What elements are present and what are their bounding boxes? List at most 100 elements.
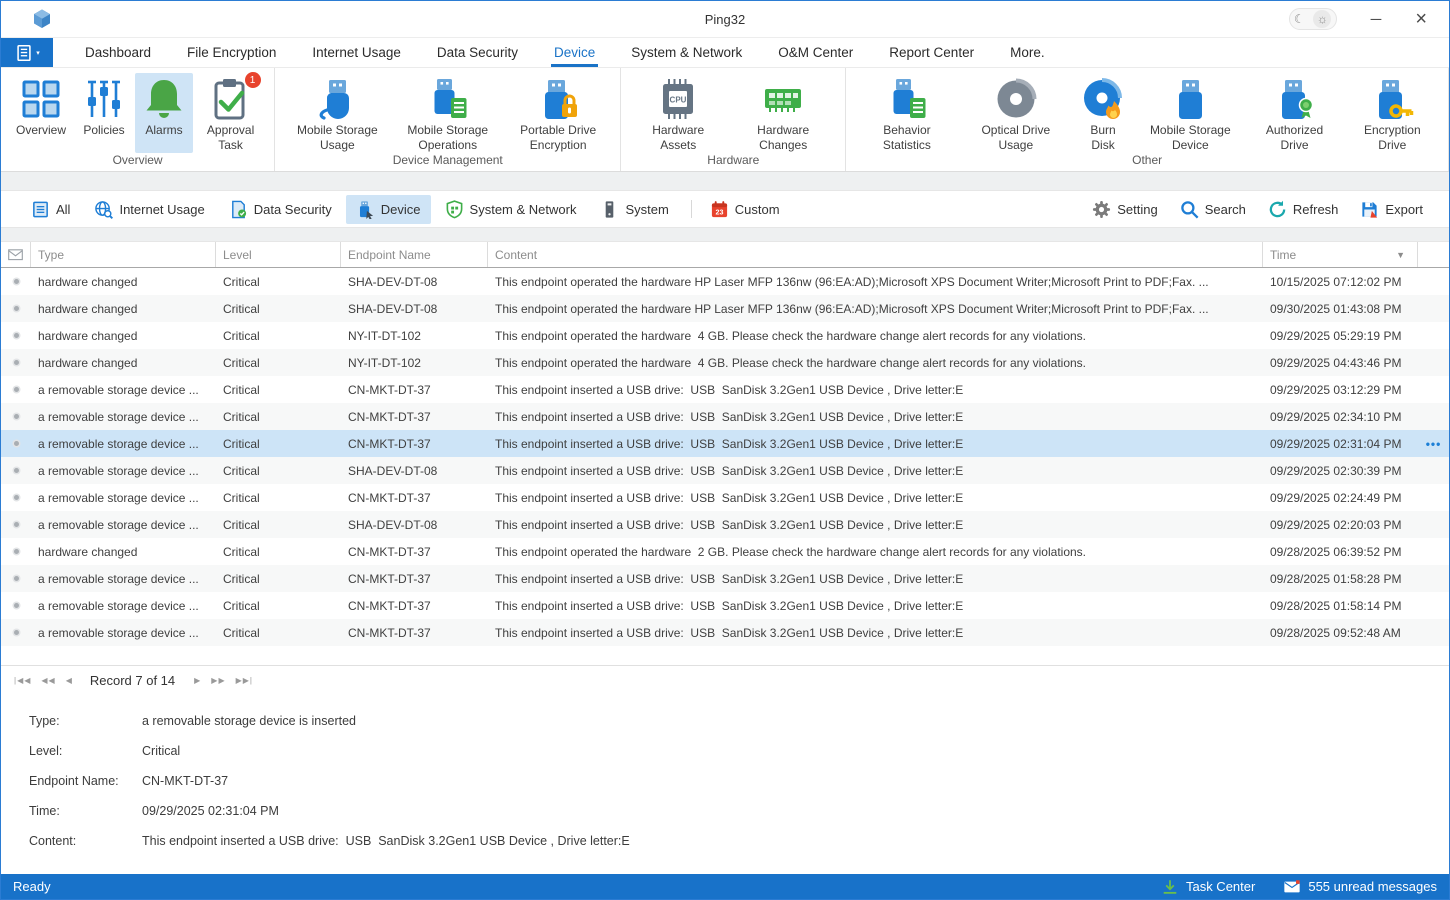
ribbon-button-mobile-storage-operations[interactable]: Mobile Storage Operations — [394, 73, 502, 153]
table-row[interactable]: a removable storage device ...CriticalSH… — [1, 457, 1449, 484]
column-header-content[interactable]: Content — [488, 242, 1263, 267]
cell-endpoint-name: CN-MKT-DT-37 — [341, 619, 488, 646]
action-export-button[interactable]: Export — [1350, 195, 1433, 224]
menu-items: DashboardFile EncryptionInternet UsageDa… — [67, 38, 1063, 67]
ribbon-button-approval-task[interactable]: 1Approval Task — [195, 73, 266, 153]
app-menu-button[interactable]: ▾ — [1, 38, 53, 67]
action-setting-button[interactable]: Setting — [1082, 195, 1167, 224]
cell-time: 09/29/2025 02:20:03 PM — [1263, 511, 1418, 538]
task-center-button[interactable]: Task Center — [1161, 878, 1255, 896]
ribbon-button-behavior-statistics[interactable]: Behavior Statistics — [854, 73, 959, 153]
menu-item-system-network[interactable]: System & Network — [613, 38, 760, 67]
ribbon-button-portable-drive-encryption[interactable]: Portable Drive Encryption — [504, 73, 612, 153]
ribbon-button-optical-drive-usage[interactable]: Optical Drive Usage — [962, 73, 1070, 153]
table-row[interactable]: hardware changedCriticalNY-IT-DT-102This… — [1, 349, 1449, 376]
table-row[interactable]: hardware changedCriticalSHA-DEV-DT-08Thi… — [1, 268, 1449, 295]
filter-tab-device[interactable]: Device — [346, 195, 431, 224]
cell-time: 09/28/2025 01:58:28 PM — [1263, 565, 1418, 592]
cell-time: 09/29/2025 02:30:39 PM — [1263, 457, 1418, 484]
table-body: hardware changedCriticalSHA-DEV-DT-08Thi… — [1, 268, 1449, 646]
column-header-endpoint-name[interactable]: Endpoint Name — [341, 242, 488, 267]
cell-time: 09/28/2025 06:39:52 PM — [1263, 538, 1418, 565]
next-fast-button[interactable]: ▶▶ — [211, 676, 225, 685]
menu-item-file-encryption[interactable]: File Encryption — [169, 38, 294, 67]
sun-icon[interactable]: ☼ — [1313, 10, 1331, 28]
filter-tab-data-security[interactable]: Data Security — [219, 195, 342, 224]
ribbon: OverviewPoliciesAlarms1Approval TaskOver… — [1, 68, 1449, 172]
minimize-button[interactable]: ─ — [1371, 12, 1382, 27]
table-row[interactable]: a removable storage device ...CriticalCN… — [1, 592, 1449, 619]
refresh-icon — [1268, 200, 1287, 219]
cell-level: Critical — [216, 619, 341, 646]
prev-fast-button[interactable]: ◀◀ — [41, 676, 55, 685]
table-row[interactable]: a removable storage device ...CriticalCN… — [1, 403, 1449, 430]
ribbon-button-overview[interactable]: Overview — [9, 73, 73, 153]
unread-messages-button[interactable]: 555 unread messages — [1283, 878, 1437, 896]
menu-item-report-center[interactable]: Report Center — [871, 38, 992, 67]
table-row[interactable]: hardware changedCriticalNY-IT-DT-102This… — [1, 322, 1449, 349]
cell-time: 09/29/2025 02:31:04 PM — [1263, 430, 1418, 457]
alarm-dot-icon — [14, 603, 19, 608]
filter-tab-all[interactable]: All — [21, 195, 80, 224]
column-header-type[interactable]: Type — [31, 242, 216, 267]
cell-level: Critical — [216, 322, 341, 349]
menu-item-device[interactable]: Device — [536, 38, 613, 67]
ribbon-button-mobile-storage-usage[interactable]: Mobile Storage Usage — [283, 73, 391, 153]
table-row[interactable]: hardware changedCriticalSHA-DEV-DT-08Thi… — [1, 295, 1449, 322]
menu-item-more[interactable]: More. — [992, 38, 1063, 67]
column-header-time[interactable]: Time▼ — [1263, 242, 1418, 267]
menu-item-internet-usage[interactable]: Internet Usage — [294, 38, 419, 67]
action-refresh-button[interactable]: Refresh — [1258, 195, 1349, 224]
filter-tab-custom[interactable]: 23Custom — [700, 195, 790, 224]
table-row[interactable]: a removable storage device ...CriticalSH… — [1, 511, 1449, 538]
filter-tab-system-network[interactable]: System & Network — [435, 195, 587, 224]
first-page-button[interactable]: |◀◀ — [14, 676, 31, 685]
menu-item-dashboard[interactable]: Dashboard — [67, 38, 169, 67]
close-button[interactable]: × — [1415, 9, 1427, 29]
cell-time: 09/29/2025 05:29:19 PM — [1263, 322, 1418, 349]
row-actions-button[interactable]: ••• — [1426, 437, 1442, 451]
next-page-button[interactable]: ▶ — [194, 676, 201, 685]
theme-toggle[interactable]: ☾ ☼ — [1289, 8, 1337, 30]
detail-label: Type: — [29, 711, 142, 731]
ribbon-button-hardware-changes[interactable]: Hardware Changes — [729, 73, 837, 153]
menu-item-o-m-center[interactable]: O&M Center — [760, 38, 871, 67]
filter-tab-system[interactable]: System — [590, 195, 678, 224]
action-label: Export — [1385, 202, 1423, 217]
ribbon-button-hardware-assets[interactable]: CPUHardware Assets — [629, 73, 727, 153]
action-search-button[interactable]: Search — [1170, 195, 1256, 224]
table-row[interactable]: a removable storage device ...CriticalCN… — [1, 565, 1449, 592]
detail-field-level: Level:Critical — [29, 741, 1449, 761]
prev-page-button[interactable]: ◀ — [66, 676, 73, 685]
cell-type: hardware changed — [31, 268, 216, 295]
usb-cursor-icon — [356, 200, 375, 219]
ribbon-button-alarms[interactable]: Alarms — [135, 73, 193, 153]
ribbon-button-policies[interactable]: Policies — [75, 73, 133, 153]
column-header-level[interactable]: Level — [216, 242, 341, 267]
table-row[interactable]: a removable storage device ...CriticalCN… — [1, 484, 1449, 511]
cell-type: a removable storage device ... — [31, 484, 216, 511]
filter-tab-internet-usage[interactable]: Internet Usage — [84, 195, 214, 224]
cell-time: 09/30/2025 01:43:08 PM — [1263, 295, 1418, 322]
cpu-icon: CPU — [656, 77, 700, 121]
table-row[interactable]: hardware changedCriticalCN-MKT-DT-37This… — [1, 538, 1449, 565]
ribbon-button-authorized-drive[interactable]: Authorized Drive — [1246, 73, 1342, 153]
table-row[interactable]: a removable storage device ...CriticalCN… — [1, 619, 1449, 646]
menu-item-data-security[interactable]: Data Security — [419, 38, 536, 67]
ribbon-button-label: Mobile Storage Usage — [290, 123, 384, 153]
ribbon-button-encryption-drive[interactable]: Encryption Drive — [1345, 73, 1440, 153]
status-bar: Ready Task Center 555 unread messages — [1, 874, 1449, 899]
ribbon-button-burn-disk[interactable]: Burn Disk — [1072, 73, 1134, 153]
table-row[interactable]: a removable storage device ...CriticalCN… — [1, 430, 1449, 457]
cell-content: This endpoint inserted a USB drive: USB … — [488, 484, 1263, 511]
cell-content: This endpoint operated the hardware 2 GB… — [488, 538, 1263, 565]
cell-time: 09/29/2025 02:34:10 PM — [1263, 403, 1418, 430]
moon-icon[interactable]: ☾ — [1294, 13, 1305, 25]
column-filter-arrow-icon[interactable]: ▼ — [1396, 250, 1417, 260]
ribbon-button-label: Mobile Storage Operations — [401, 123, 495, 153]
ribbon-button-mobile-storage-device[interactable]: Mobile Storage Device — [1136, 73, 1244, 153]
last-page-button[interactable]: ▶▶| — [236, 676, 253, 685]
header-mail-column — [1, 242, 31, 267]
table-row[interactable]: a removable storage device ...CriticalCN… — [1, 376, 1449, 403]
envelope-icon — [7, 246, 24, 263]
